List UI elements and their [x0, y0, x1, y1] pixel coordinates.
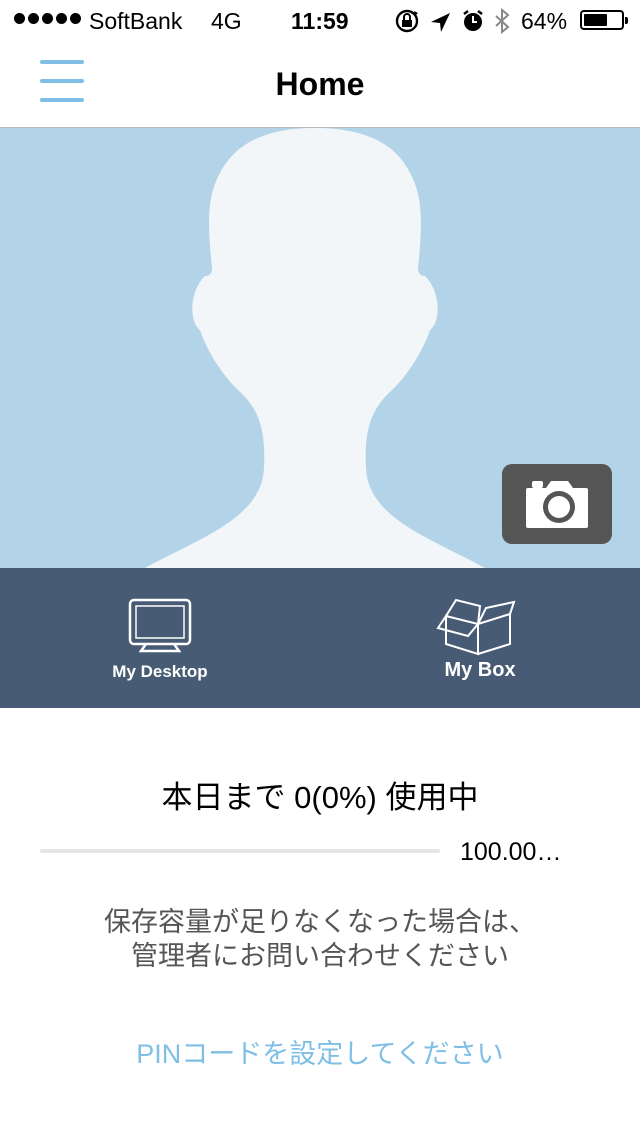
- page-title: Home: [275, 66, 365, 102]
- set-pin-link[interactable]: PINコードを設定してください: [0, 1032, 640, 1071]
- camera-button[interactable]: [502, 464, 612, 544]
- home-screen: SoftBank 4G 11:59 64% Home My Desktop My…: [0, 0, 640, 1136]
- tab-my-box[interactable]: My Box: [320, 568, 640, 708]
- tab-label-my-box: My Box: [444, 659, 516, 681]
- box-icon: [436, 598, 516, 656]
- alarm-icon: [463, 10, 483, 31]
- battery-icon: [580, 10, 628, 30]
- rotation-lock-icon: [395, 9, 419, 33]
- signal-strength-icon: [14, 13, 81, 24]
- tab-my-desktop[interactable]: My Desktop: [0, 568, 320, 708]
- network-type: 4G: [211, 8, 242, 34]
- usage-progress-bar: [40, 849, 440, 853]
- storage-notice-line-1: 保存容量が足りなくなった場合は、: [104, 907, 536, 937]
- storage-notice-line-2: 管理者にお問い合わせください: [131, 941, 509, 971]
- navigation-bar: Home: [0, 40, 640, 128]
- status-icons: [395, 7, 510, 35]
- location-icon: [431, 13, 450, 32]
- storage-capacity: 100.00…: [460, 838, 562, 866]
- carrier-name: SoftBank: [89, 8, 183, 34]
- monitor-icon: [128, 598, 192, 653]
- tab-bar: My Desktop My Box: [0, 568, 640, 708]
- battery-percent: 64%: [521, 8, 568, 34]
- profile-photo-area[interactable]: [0, 128, 640, 568]
- tab-label-my-desktop: My Desktop: [112, 662, 208, 681]
- camera-icon: [526, 481, 588, 528]
- bluetooth-icon: [495, 7, 510, 35]
- status-bar: SoftBank 4G 11:59 64%: [0, 0, 640, 40]
- status-time: 11:59: [291, 8, 349, 34]
- usage-status-text: 本日まで 0(0%) 使用中: [161, 780, 479, 815]
- storage-notice: 保存容量が足りなくなった場合は、 管理者にお問い合わせください: [0, 905, 640, 973]
